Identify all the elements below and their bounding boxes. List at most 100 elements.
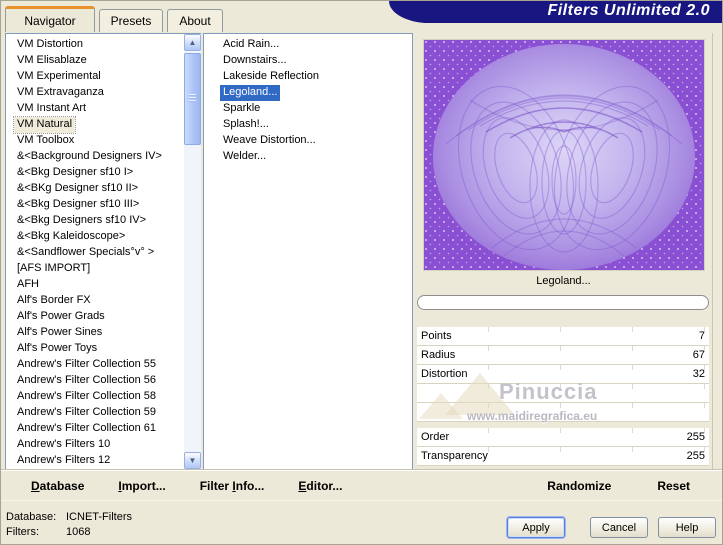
category-item[interactable]: Andrew's Filter Collection 55 bbox=[14, 357, 159, 373]
cancel-button-label: Cancel bbox=[601, 521, 637, 534]
filter-item[interactable]: Lakeside Reflection bbox=[220, 69, 322, 85]
slider-order-value: 255 bbox=[686, 431, 705, 443]
filter-info-button-pre: Filter bbox=[199, 478, 233, 493]
category-item[interactable]: VM Experimental bbox=[14, 69, 104, 85]
category-list[interactable]: VM Distortion VM Elisablaze VM Experimenta… bbox=[5, 33, 201, 470]
tab-presets-label: Presets bbox=[110, 14, 152, 28]
slider-radius[interactable]: Radius 67 bbox=[417, 346, 709, 364]
reset-button[interactable]: Reset bbox=[657, 479, 690, 493]
category-item[interactable]: &<Bkg Kaleidoscope> bbox=[14, 229, 128, 245]
slider-transparency-label: Transparency bbox=[421, 450, 488, 462]
category-item[interactable]: [AFS IMPORT] bbox=[14, 261, 93, 277]
slider-points[interactable]: Points 7 bbox=[417, 327, 709, 345]
scroll-down-icon: ▼ bbox=[188, 456, 197, 465]
category-item[interactable]: &<Bkg Designers sf10 IV> bbox=[14, 213, 149, 229]
title-bar: Filters Unlimited 2.0 bbox=[389, 1, 722, 23]
category-item[interactable]: &<Background Designers IV> bbox=[14, 149, 165, 165]
category-item[interactable]: &<Bkg Designer sf10 III> bbox=[14, 197, 142, 213]
category-item[interactable]: VM Distortion bbox=[14, 37, 86, 53]
category-item[interactable]: Andrew's Filters 10 bbox=[14, 437, 113, 453]
slider-distortion-label: Distortion bbox=[421, 368, 468, 380]
database-button-underline: D bbox=[31, 478, 40, 493]
category-list-scrollbar[interactable]: ▲ ▼ bbox=[184, 34, 201, 469]
editor-button-rest: ditor... bbox=[306, 478, 343, 493]
slider-points-value: 7 bbox=[698, 330, 705, 342]
category-item[interactable]: &<Sandflower Specials°v° > bbox=[14, 245, 157, 261]
slider-order-label: Order bbox=[421, 431, 450, 443]
filter-item[interactable]: Legoland... bbox=[220, 85, 281, 101]
randomize-button[interactable]: Randomize bbox=[547, 479, 611, 493]
help-button[interactable]: Help bbox=[658, 517, 716, 538]
toolbar-right-group: Randomize Reset bbox=[547, 479, 722, 493]
filter-info-button-rest: nfo... bbox=[235, 478, 265, 493]
category-item[interactable]: Alf's Power Grads bbox=[14, 309, 108, 325]
import-button[interactable]: Import... bbox=[118, 479, 165, 493]
progress-bar bbox=[417, 295, 709, 310]
category-item[interactable]: Alf's Border FX bbox=[14, 293, 94, 309]
slider-points-label: Points bbox=[421, 330, 452, 342]
apply-button[interactable]: Apply bbox=[507, 517, 565, 538]
slider-transparency[interactable]: Transparency 255 bbox=[417, 447, 709, 465]
category-item[interactable]: Alf's Power Sines bbox=[14, 325, 105, 341]
filters-unlimited-window: Navigator Presets About Filters Unlimite… bbox=[0, 0, 723, 545]
scroll-up-button[interactable]: ▲ bbox=[184, 34, 201, 51]
category-item[interactable]: VM Toolbox bbox=[14, 133, 77, 149]
filter-item[interactable]: Sparkle bbox=[220, 101, 263, 117]
category-item[interactable]: VM Natural bbox=[12, 116, 77, 134]
tab-navigator-label: Navigator bbox=[24, 13, 76, 28]
category-item[interactable]: Andrew's Filter Collection 61 bbox=[14, 421, 159, 437]
randomize-button-label: Randomize bbox=[547, 478, 612, 493]
scrollbar-thumb[interactable] bbox=[184, 53, 201, 145]
category-item[interactable]: Andrew's Filter Collection 58 bbox=[14, 389, 159, 405]
filter-item[interactable]: Welder... bbox=[220, 149, 269, 165]
apply-button-label: Apply bbox=[522, 521, 550, 534]
category-item[interactable]: VM Instant Art bbox=[14, 101, 89, 117]
filter-item[interactable]: Downstairs... bbox=[220, 53, 290, 69]
preview-caption: Legoland... bbox=[536, 275, 591, 287]
category-item[interactable]: AFH bbox=[14, 277, 42, 293]
cancel-button[interactable]: Cancel bbox=[590, 517, 648, 538]
scroll-up-icon: ▲ bbox=[188, 38, 197, 47]
scroll-down-button[interactable]: ▼ bbox=[184, 452, 201, 469]
help-button-label: Help bbox=[675, 521, 699, 534]
category-item[interactable]: VM Extravaganza bbox=[14, 85, 107, 101]
preview-fractal-art bbox=[424, 40, 704, 270]
filter-preview-image[interactable] bbox=[423, 39, 705, 271]
filter-info-button[interactable]: Filter Info... bbox=[200, 479, 265, 493]
import-button-rest: mport... bbox=[121, 478, 166, 493]
category-item[interactable]: &<BKg Designer sf10 II> bbox=[14, 181, 141, 197]
filter-item[interactable]: Acid Rain... bbox=[220, 37, 282, 53]
reset-button-label: Reset bbox=[657, 478, 690, 493]
category-item[interactable]: Andrew's Filter Collection 56 bbox=[14, 373, 159, 389]
category-item[interactable]: VM Elisablaze bbox=[14, 53, 90, 69]
slider-distortion[interactable]: Distortion 32 bbox=[417, 365, 709, 383]
category-item[interactable]: Alf's Power Toys bbox=[14, 341, 100, 357]
slider-order[interactable]: Order 255 bbox=[417, 428, 709, 446]
preview-panel: Legoland... Points 7 Radius 67 Distortio… bbox=[415, 33, 713, 470]
status-area: Database: ICNET-Filters Filters: 1068 bbox=[6, 510, 132, 540]
tab-presets[interactable]: Presets bbox=[99, 9, 163, 32]
category-item[interactable]: Andrew's Filter Collection 59 bbox=[14, 405, 159, 421]
app-title: Filters Unlimited 2.0 bbox=[547, 2, 710, 19]
slider-radius-value: 67 bbox=[692, 349, 705, 361]
category-item[interactable]: &<Bkg Designer sf10 I> bbox=[14, 165, 136, 181]
category-item[interactable]: Andrew's Filters 12 bbox=[14, 453, 113, 469]
filter-item[interactable]: Weave Distortion... bbox=[220, 133, 319, 149]
editor-button[interactable]: Editor... bbox=[298, 479, 342, 493]
status-database-value: ICNET-Filters bbox=[66, 511, 132, 523]
filter-item[interactable]: Splash!... bbox=[220, 117, 272, 133]
database-button[interactable]: Database bbox=[31, 479, 84, 493]
status-filters-value: 1068 bbox=[66, 526, 91, 538]
slider-distortion-value: 32 bbox=[692, 368, 705, 380]
toolbar: Database Import... Filter Info... Editor… bbox=[1, 470, 722, 501]
slider-radius-label: Radius bbox=[421, 349, 456, 361]
status-filters-label: Filters: bbox=[6, 526, 39, 538]
tab-about[interactable]: About bbox=[167, 9, 223, 32]
filter-list[interactable]: Acid Rain... Downstairs... Lakeside Reflec… bbox=[203, 33, 413, 470]
tab-navigator[interactable]: Navigator bbox=[5, 6, 95, 32]
slider-panel: Points 7 Radius 67 Distortion 32 Order 2… bbox=[417, 327, 709, 466]
tab-strip: Navigator Presets About bbox=[1, 1, 391, 32]
status-database-label: Database: bbox=[6, 511, 57, 523]
slider-transparency-value: 255 bbox=[686, 450, 705, 462]
tab-about-label: About bbox=[179, 14, 211, 28]
